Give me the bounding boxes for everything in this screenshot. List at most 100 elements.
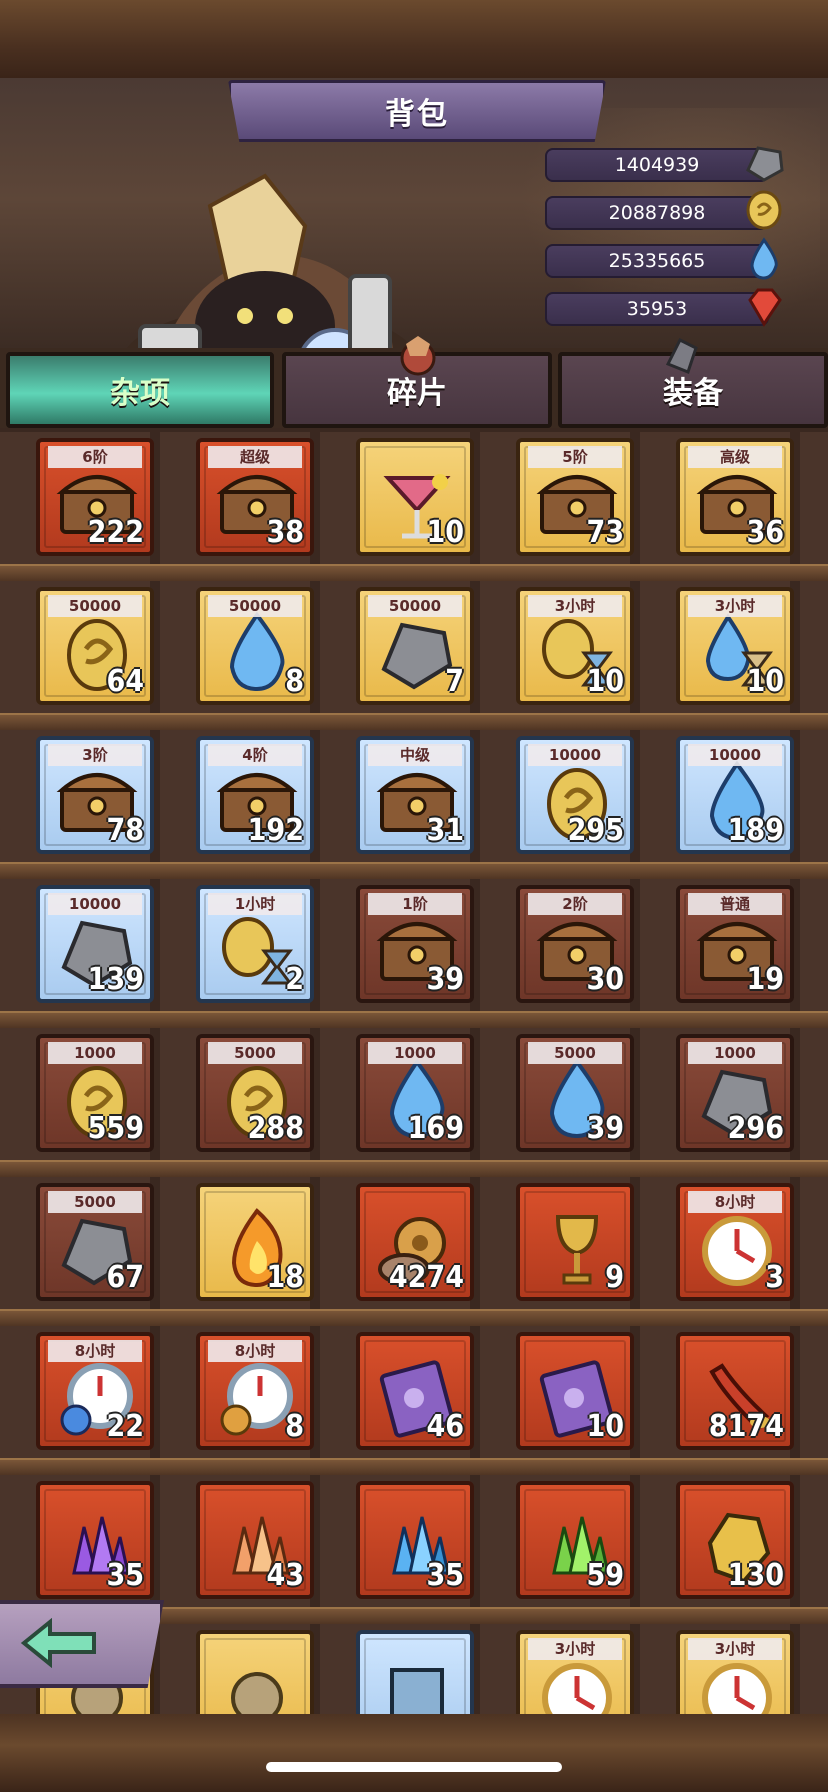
- item-count: 39: [426, 962, 464, 997]
- inventory-slot[interactable]: 高级 36: [676, 438, 794, 556]
- shelf-board: [0, 862, 828, 880]
- item-count: 36: [746, 515, 784, 550]
- tab-equipment[interactable]: 装备: [558, 337, 828, 428]
- shelf-board: [0, 713, 828, 731]
- shelf-board: [0, 1309, 828, 1327]
- item-count: 10: [746, 664, 784, 699]
- item-count: 18: [266, 1260, 304, 1295]
- water-drop-icon: [750, 237, 778, 280]
- shelf-row: 5000 67 18 4274 9 8小时 3: [0, 1177, 828, 1327]
- inventory-slot[interactable]: 10: [356, 438, 474, 556]
- item-count: 139: [87, 962, 144, 997]
- inventory-slot[interactable]: 1小时 2: [196, 885, 314, 1003]
- item-tag: 3阶: [48, 744, 142, 766]
- top-wood-frame: [0, 0, 828, 82]
- item-count: 22: [106, 1409, 144, 1444]
- item-count: 31: [426, 813, 464, 848]
- inventory-slot[interactable]: 10: [516, 1332, 634, 1450]
- inventory-slot[interactable]: 3阶 78: [36, 736, 154, 854]
- inventory-slot[interactable]: 46: [356, 1332, 474, 1450]
- item-count: 30: [586, 962, 624, 997]
- item-count: 4274: [388, 1260, 464, 1295]
- inventory-slot[interactable]: 50000 8: [196, 587, 314, 705]
- item-count: 8: [285, 664, 304, 699]
- item-tag: 5000: [528, 1042, 622, 1064]
- inventory-slot[interactable]: 10000 295: [516, 736, 634, 854]
- inventory-slot[interactable]: 3小时 10: [516, 587, 634, 705]
- shelf-row: 10000 139 1小时 2 1阶 39 2阶 30 普通 19: [0, 879, 828, 1029]
- item-count: 192: [247, 813, 304, 848]
- inventory-slot[interactable]: 8小时 3: [676, 1183, 794, 1301]
- item-tag: 2阶: [528, 893, 622, 915]
- item-tag: 10000: [528, 744, 622, 766]
- tab-misc[interactable]: 杂项: [6, 352, 274, 428]
- inventory-slot[interactable]: 130: [676, 1481, 794, 1599]
- inventory-slot[interactable]: 5000 67: [36, 1183, 154, 1301]
- item-count: 35: [426, 1558, 464, 1593]
- inventory-slot[interactable]: 8174: [676, 1332, 794, 1450]
- item-tag: 中级: [368, 744, 462, 766]
- resource-row: 25335665: [545, 237, 780, 280]
- inventory-slot[interactable]: 1000 296: [676, 1034, 794, 1152]
- inventory-slot[interactable]: 3小时: [676, 1630, 794, 1714]
- tab-fragments[interactable]: 碎片: [282, 336, 552, 428]
- clock-icon: [702, 1663, 772, 1714]
- inventory-slot[interactable]: 43: [196, 1481, 314, 1599]
- inventory-slot[interactable]: 超级 38: [196, 438, 314, 556]
- inventory-slot[interactable]: 5000 39: [516, 1034, 634, 1152]
- item-tag: 1000: [688, 1042, 782, 1064]
- inventory-slot[interactable]: 中级 31: [356, 736, 474, 854]
- shelf-board: [0, 1458, 828, 1476]
- resource-value: 35953: [545, 292, 769, 326]
- inventory-slot[interactable]: 35: [36, 1481, 154, 1599]
- item-tag: 3小时: [688, 595, 782, 617]
- inventory-slot[interactable]: 6阶 222: [36, 438, 154, 556]
- shelf-board: [0, 1011, 828, 1029]
- item-tag: 50000: [208, 595, 302, 617]
- item-count: 3: [765, 1260, 784, 1295]
- equipment-icon: [665, 337, 698, 374]
- item-count: 73: [586, 515, 624, 550]
- inventory-slot[interactable]: 9: [516, 1183, 634, 1301]
- item-count: 169: [407, 1111, 464, 1146]
- item-tag: 5000: [208, 1042, 302, 1064]
- inventory-slot[interactable]: 1阶 39: [356, 885, 474, 1003]
- shelf-board: [0, 564, 828, 582]
- item-count: 67: [106, 1260, 144, 1295]
- inventory-slot[interactable]: 4阶 192: [196, 736, 314, 854]
- item-tag: 1000: [368, 1042, 462, 1064]
- home-indicator[interactable]: [266, 1762, 562, 1772]
- inventory-slot[interactable]: 4274: [356, 1183, 474, 1301]
- inventory-slot[interactable]: 1000 169: [356, 1034, 474, 1152]
- item-tag: 8小时: [48, 1340, 142, 1362]
- item-tag: 5阶: [528, 446, 622, 468]
- inventory-slot[interactable]: 5阶 73: [516, 438, 634, 556]
- inventory-slot[interactable]: 35: [356, 1481, 474, 1599]
- back-button[interactable]: [0, 1600, 164, 1688]
- inventory-slot[interactable]: 5000 288: [196, 1034, 314, 1152]
- inventory-slot[interactable]: 8小时 8: [196, 1332, 314, 1450]
- shelf-row: 1000 559 5000 288 1000 169 5000 39 1000 296: [0, 1028, 828, 1178]
- item-count: 9: [605, 1260, 624, 1295]
- inventory-slot[interactable]: 10000 139: [36, 885, 154, 1003]
- inventory-slot[interactable]: 3小时 10: [676, 587, 794, 705]
- inventory-slot[interactable]: 50000 7: [356, 587, 474, 705]
- item-count: 39: [586, 1111, 624, 1146]
- inventory-slot[interactable]: [196, 1630, 314, 1714]
- item-count: 46: [426, 1409, 464, 1444]
- inventory-slot[interactable]: 2阶 30: [516, 885, 634, 1003]
- inventory-slot[interactable]: 普通 19: [676, 885, 794, 1003]
- item-count: 38: [266, 515, 304, 550]
- bottom-wood-frame: [0, 1714, 828, 1792]
- inventory-slot[interactable]: 50000 64: [36, 587, 154, 705]
- inventory-slot[interactable]: 1000 559: [36, 1034, 154, 1152]
- item-count: 8: [285, 1409, 304, 1444]
- inventory-slot[interactable]: [356, 1630, 474, 1714]
- inventory-slot[interactable]: 8小时 22: [36, 1332, 154, 1450]
- item-tag: 1000: [48, 1042, 142, 1064]
- inventory-slot[interactable]: 3小时: [516, 1630, 634, 1714]
- inventory-slot[interactable]: 59: [516, 1481, 634, 1599]
- inventory-slot[interactable]: 10000 189: [676, 736, 794, 854]
- item-count: 2: [285, 962, 304, 997]
- inventory-slot[interactable]: 18: [196, 1183, 314, 1301]
